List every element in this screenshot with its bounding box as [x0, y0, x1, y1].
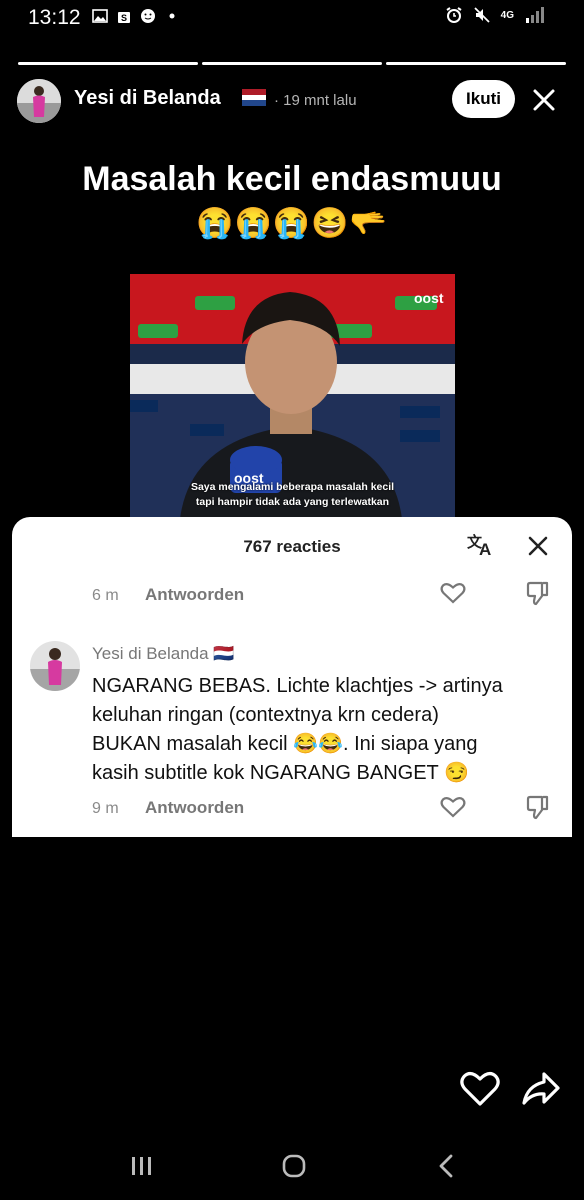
comment-line-1: NGARANG BEBAS. Lichte klachtjes -> artin… — [92, 675, 503, 697]
comment-like-heart-icon[interactable] — [440, 795, 466, 819]
video-frame[interactable]: oost oost Saya mengalami beberapa masala… — [130, 274, 455, 519]
comment-line-4: kasih subtitle kok NGARANG BANGET 😏 — [92, 762, 469, 784]
close-icon[interactable] — [530, 86, 558, 114]
signal-icon — [526, 7, 544, 23]
video-brand-logo: oost — [414, 290, 444, 306]
comment-body: NGARANG BEBAS. Lichte klachtjes -> artin… — [92, 672, 562, 788]
network-type: 4G — [500, 9, 514, 21]
story-time-ago: · 19 mnt lalu — [274, 92, 357, 109]
mute-icon — [474, 7, 490, 23]
comments-panel: 767 reacties 文 A 6 m Antwoorden Yesi di … — [12, 517, 572, 837]
prev-reply-button[interactable]: Antwoorden — [145, 585, 244, 605]
smiley-icon — [141, 9, 155, 23]
shop-icon: S — [118, 12, 130, 23]
comment-reply-button[interactable]: Antwoorden — [145, 798, 244, 818]
share-icon[interactable] — [520, 1070, 562, 1108]
netherlands-flag-icon — [242, 89, 266, 106]
author-name[interactable]: Yesi di Belanda — [74, 87, 221, 110]
svg-text:A: A — [479, 540, 491, 559]
author-avatar[interactable] — [17, 79, 61, 123]
recent-apps-icon[interactable] — [130, 1155, 154, 1177]
svg-text:S: S — [121, 13, 127, 23]
comment-dislike-icon[interactable] — [526, 795, 550, 821]
alarm-icon — [446, 7, 462, 23]
prev-dislike-icon[interactable] — [526, 581, 550, 607]
story-caption: Masalah kecil endasmuuu — [82, 160, 502, 198]
image-icon — [92, 9, 108, 23]
story-progress-segment-3 — [386, 62, 566, 65]
comment-line-2: keluhan ringan (contextnya krn cedera) — [92, 704, 439, 726]
home-icon[interactable] — [281, 1153, 307, 1179]
status-right-icons: 4G — [445, 6, 544, 24]
story-progress-segment-1 — [18, 62, 198, 65]
follow-button[interactable]: Ikuti — [452, 80, 515, 118]
comment-time: 9 m — [92, 800, 119, 817]
translate-icon[interactable]: 文 A — [466, 531, 496, 559]
close-comments-icon[interactable] — [527, 535, 549, 557]
like-heart-icon[interactable] — [460, 1070, 500, 1108]
prev-comment-time: 6 m — [92, 587, 119, 604]
status-left-icons: S — [92, 8, 180, 24]
comment-author-avatar[interactable] — [30, 641, 80, 691]
story-progress-segment-2 — [202, 62, 382, 65]
video-subtitle-line-2: tapi hampir tidak ada yang terlewatkan — [195, 496, 390, 508]
dot-icon — [169, 13, 175, 19]
back-icon[interactable] — [436, 1153, 456, 1179]
status-time: 13:12 — [28, 6, 81, 29]
story-emojis: 😭😭😭😆🫳 — [196, 207, 388, 240]
video-subtitle-line-1: Saya mengalami beberapa masalah kecil — [190, 481, 395, 493]
prev-like-heart-icon[interactable] — [440, 581, 466, 605]
comment-author-name[interactable]: Yesi di Belanda 🇳🇱 — [92, 644, 234, 664]
comment-line-3: BUKAN masalah kecil 😂😂. Ini siapa yang — [92, 733, 478, 755]
